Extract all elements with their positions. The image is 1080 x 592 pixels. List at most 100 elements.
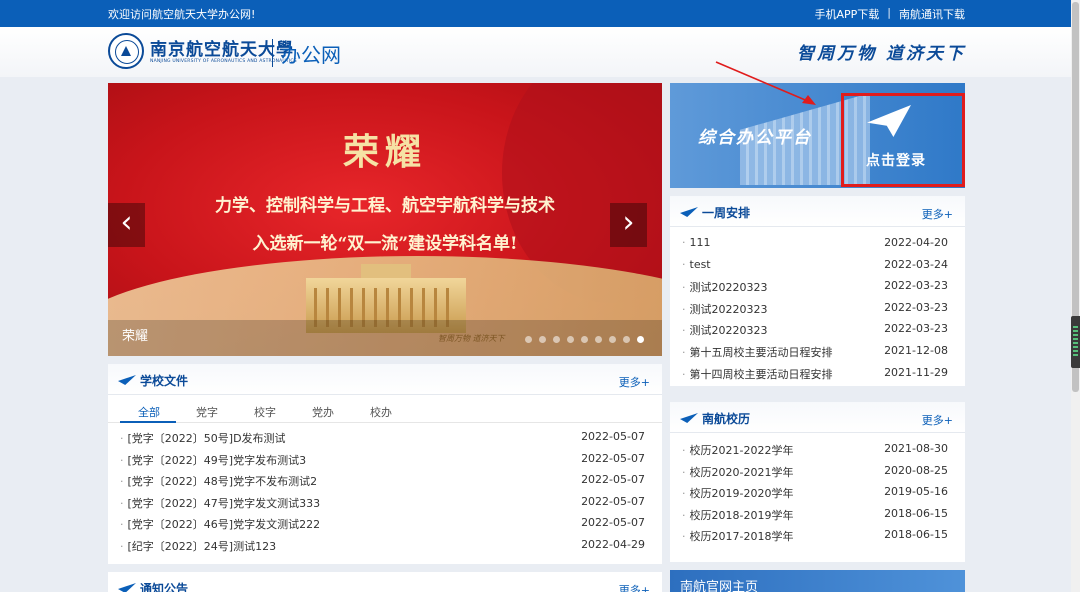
list-item-title[interactable]: [党字〔2022〕47号]党字发文测试333 [120, 495, 321, 511]
weekly-schedule-header: 一周安排 更多+ [670, 196, 965, 227]
list-item-title[interactable]: 校历2021-2022学年 [682, 442, 794, 458]
list-item[interactable]: 第十五周校主要活动日程安排 2021-12-08 [670, 340, 965, 362]
list-item-title[interactable]: [党字〔2022〕50号]D发布测试 [120, 430, 286, 446]
list-item-title[interactable]: 校历2020-2021学年 [682, 464, 794, 480]
list-item-date: 2022-05-07 [581, 430, 645, 443]
red-annotation-arrow [715, 61, 816, 105]
side-float-widget[interactable] [1071, 316, 1080, 368]
list-item[interactable]: 测试20220323 2022-03-23 [670, 318, 965, 340]
site-name[interactable]: 办公网 [281, 39, 341, 68]
list-item[interactable]: [纪字〔2022〕24号]测试123 2022-04-29 [108, 534, 662, 556]
list-item-date: 2020-08-25 [884, 463, 948, 477]
page-scrollbar[interactable] [1071, 0, 1080, 592]
list-item-title[interactable]: 111 [682, 236, 711, 249]
list-item[interactable]: [党字〔2022〕47号]党字发文测试333 2022-05-07 [108, 491, 662, 513]
weekly-more-link[interactable]: 更多+ [922, 206, 953, 222]
carousel-prev-button[interactable]: ‹ [108, 203, 145, 247]
list-item[interactable]: 111 2022-04-20 [670, 232, 965, 254]
list-item-title[interactable]: [党字〔2022〕49号]党字发布测试3 [120, 452, 307, 468]
list-item[interactable]: test 2022-03-24 [670, 254, 965, 276]
official-site-banner[interactable]: 南航官网主页 [670, 570, 965, 592]
top-links-separator: | [887, 6, 891, 19]
carousel-dot[interactable] [595, 336, 602, 343]
list-item[interactable]: [党字〔2022〕49号]党字发布测试3 2022-05-07 [108, 448, 662, 470]
list-item-title[interactable]: 测试20220323 [682, 279, 768, 295]
banner-line-1: 力学、控制科学与工程、航空宇航科学与技术 [215, 196, 555, 216]
list-item-date: 2021-12-08 [884, 343, 948, 357]
list-item-date: 2018-06-15 [884, 506, 948, 520]
list-item-date: 2021-08-30 [884, 442, 948, 455]
list-item-title[interactable]: 校历2017-2018学年 [682, 528, 794, 544]
school-documents-panel: 学校文件 更多+ 全部 党字 校字 党办 校办 [党字〔2022〕50号]D发布… [108, 364, 662, 564]
login-highlight-box [841, 93, 965, 187]
school-calendar-header: 南航校历 更多+ [670, 402, 965, 433]
list-item-title[interactable]: [党字〔2022〕48号]党字不发布测试2 [120, 473, 318, 489]
list-item-date: 2019-05-16 [884, 485, 948, 499]
list-item-title[interactable]: 校历2018-2019学年 [682, 507, 794, 523]
list-item[interactable]: [党字〔2022〕46号]党字发文测试222 2022-05-07 [108, 512, 662, 534]
calendar-more-link[interactable]: 更多+ [922, 412, 953, 428]
document-tabs: 全部 党字 校字 党办 校办 [108, 401, 662, 423]
carousel-dots [525, 336, 644, 343]
notice-more-link[interactable]: 更多+ [619, 582, 650, 592]
list-item[interactable]: 校历2019-2020学年 2019-05-16 [670, 481, 965, 503]
paper-plane-icon [118, 375, 136, 385]
logo-divider [272, 39, 273, 67]
welcome-text: 欢迎访问航空航天大学办公网! [108, 8, 256, 21]
list-item-title[interactable]: 测试20220323 [682, 301, 768, 317]
official-site-label[interactable]: 南航官网主页 [680, 576, 758, 592]
carousel-dot[interactable] [525, 336, 532, 343]
list-item[interactable]: 校历2018-2019学年 2018-06-15 [670, 503, 965, 525]
carousel-next-button[interactable]: › [610, 203, 647, 247]
list-item-title[interactable]: [党字〔2022〕46号]党字发文测试222 [120, 516, 321, 532]
banner-carousel[interactable]: 荣耀 力学、控制科学与工程、航空宇航科学与技术 入选新一轮“双一流”建设学科名单… [108, 83, 662, 356]
list-item-date: 2021-11-29 [884, 365, 948, 379]
list-item[interactable]: 测试20220323 2022-03-23 [670, 275, 965, 297]
tab-all[interactable]: 全部 [138, 404, 160, 420]
list-item-title[interactable]: 第十四周校主要活动日程安排 [682, 366, 833, 382]
school-documents-title: 学校文件 [140, 374, 189, 388]
list-item-date: 2018-06-15 [884, 528, 948, 542]
carousel-dot[interactable] [581, 336, 588, 343]
calendar-list: 校历2021-2022学年 2021-08-30 校历2020-2021学年 202… [670, 433, 965, 546]
list-item[interactable]: 校历2020-2021学年 2020-08-25 [670, 460, 965, 482]
tab-dangzi[interactable]: 党字 [196, 404, 218, 420]
carousel-dot[interactable] [553, 336, 560, 343]
list-item[interactable]: 校历2021-2022学年 2021-08-30 [670, 438, 965, 460]
list-item-title[interactable]: test [682, 258, 711, 271]
carousel-dot[interactable] [623, 336, 630, 343]
list-item-title[interactable]: 测试20220323 [682, 322, 768, 338]
carousel-dot[interactable] [539, 336, 546, 343]
app-download-link[interactable]: 手机APP下载 [814, 6, 879, 22]
banner-line-2: 入选新一轮“双一流”建设学科名单! [252, 234, 518, 254]
list-item[interactable]: [党字〔2022〕50号]D发布测试 2022-05-07 [108, 426, 662, 448]
list-item-date: 2022-05-07 [581, 473, 645, 487]
tongxun-download-link[interactable]: 南航通讯下载 [899, 6, 965, 22]
weekly-schedule-panel: 一周安排 更多+ 111 2022-04-20 test 2022-03-24 测试… [670, 196, 965, 386]
banner-headline: 荣耀 [342, 131, 427, 173]
login-button[interactable]: 点击登录 [866, 150, 926, 170]
tab-xiaoban[interactable]: 校办 [370, 404, 392, 420]
list-item-date: 2022-05-07 [581, 494, 645, 508]
site-header: 南京航空航天大學 NANJING UNIVERSITY OF AERONAUTI… [0, 27, 1080, 77]
list-item[interactable]: 测试20220323 2022-03-23 [670, 297, 965, 319]
list-item-title[interactable]: 第十五周校主要活动日程安排 [682, 344, 833, 360]
list-item-title[interactable]: 校历2019-2020学年 [682, 485, 794, 501]
list-item[interactable]: 校历2017-2018学年 2018-06-15 [670, 524, 965, 546]
list-item[interactable]: [党字〔2022〕48号]党字不发布测试2 2022-05-07 [108, 469, 662, 491]
carousel-dot[interactable] [567, 336, 574, 343]
list-item-title[interactable]: [纪字〔2022〕24号]测试123 [120, 538, 277, 554]
university-motto: 智周万物 道济天下 [797, 44, 966, 64]
list-item[interactable]: 第十四周校主要活动日程安排 2021-11-29 [670, 362, 965, 384]
carousel-dot-active[interactable] [637, 336, 644, 343]
tab-xiaozi[interactable]: 校字 [254, 404, 276, 420]
school-documents-more-link[interactable]: 更多+ [619, 374, 650, 390]
school-calendar-panel: 南航校历 更多+ 校历2021-2022学年 2021-08-30 校历2020-… [670, 402, 965, 562]
top-bar: 欢迎访问航空航天大学办公网! 手机APP下载 | 南航通讯下载 [0, 0, 1080, 27]
school-calendar-title: 南航校历 [702, 412, 751, 426]
list-item-date: 2022-03-23 [884, 300, 948, 314]
banner-caption[interactable]: 荣耀 [122, 325, 148, 344]
carousel-dot[interactable] [609, 336, 616, 343]
university-seal-icon[interactable] [108, 33, 144, 69]
tab-dangban[interactable]: 党办 [312, 404, 334, 420]
